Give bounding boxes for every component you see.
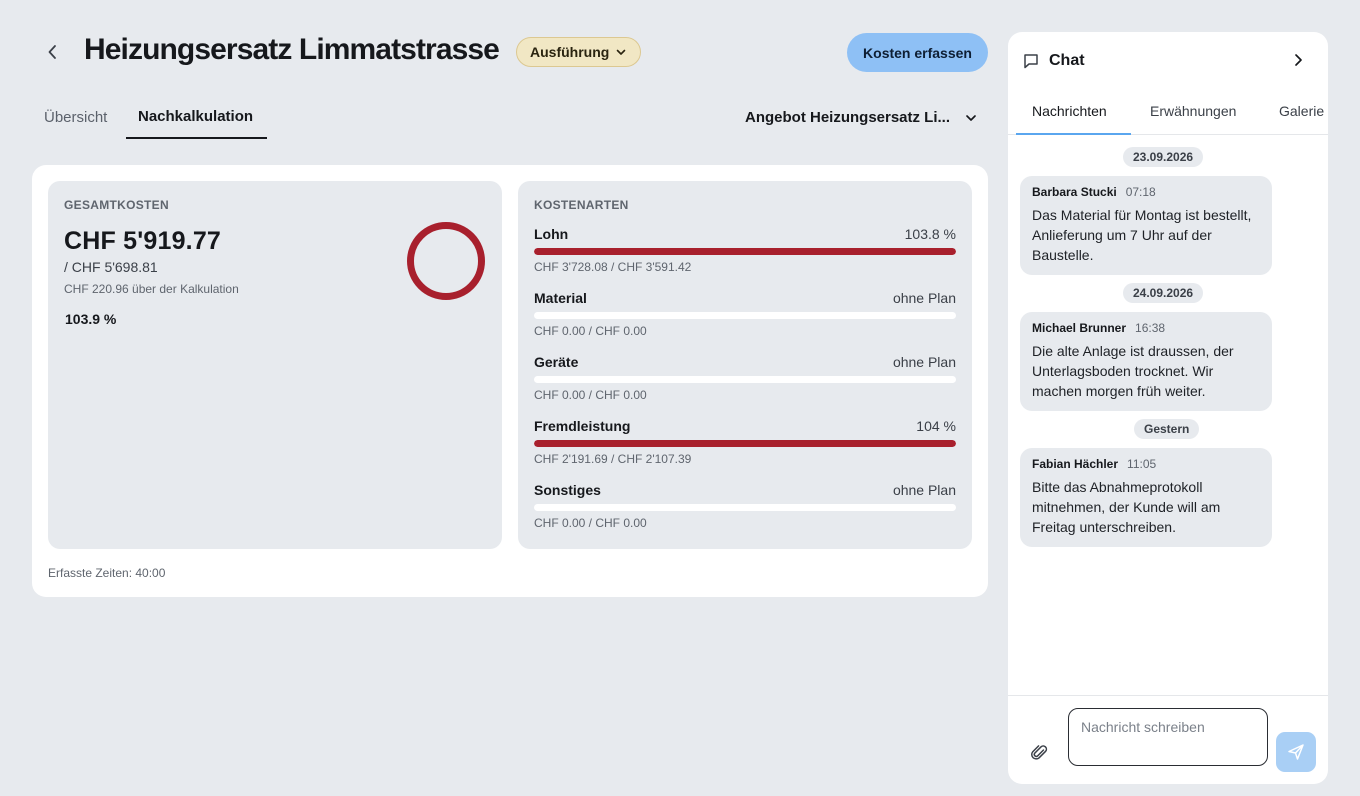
chat-bubble-icon	[1024, 54, 1038, 69]
paperclip-icon	[1031, 745, 1048, 760]
cost-types-panel: KOSTENARTEN Lohn 103.8 % CHF 3'728.08 / …	[518, 181, 972, 549]
cost-type-progress-bar	[534, 440, 956, 447]
chat-message: Michael Brunner 16:38 Die alte Anlage is…	[1020, 312, 1272, 411]
total-amount: CHF 5'919.77	[64, 227, 222, 255]
status-badge[interactable]: Ausführung	[516, 37, 642, 67]
message-text: Die alte Anlage ist draussen, der Unterl…	[1032, 343, 1234, 399]
cost-type-name: Sonstiges	[534, 482, 601, 498]
cost-type-progress-fill	[534, 440, 956, 447]
message-time: 16:38	[1135, 321, 1166, 335]
cost-type-percent: ohne Plan	[892, 290, 956, 306]
offer-select-value: Angebot Heizungsersatz Li...	[745, 109, 951, 126]
message-text: Bitte das Abnahmeprotokoll mitnehmen, de…	[1032, 479, 1221, 535]
cost-type-amounts: CHF 0.00 / CHF 0.00	[534, 324, 647, 338]
date-separator: Gestern	[1134, 419, 1200, 439]
offer-select[interactable]: Angebot Heizungsersatz Li...	[745, 109, 978, 126]
message-author: Fabian Hächler	[1032, 457, 1119, 471]
chat-tabs: Nachrichten Erwähnungen Galerie	[1008, 90, 1328, 135]
cost-type-row-subcontract: Fremdleistung 104 % CHF 2'191.69 / CHF 2…	[534, 418, 956, 478]
total-costs-panel: GESAMTKOSTEN CHF 5'919.77 / CHF 5'698.81…	[48, 181, 502, 549]
tab-messages[interactable]: Nachrichten	[1032, 103, 1107, 119]
total-percent: 103.9 %	[65, 311, 117, 327]
cost-type-progress-bar	[534, 504, 956, 511]
budget-ring-chart	[407, 222, 485, 300]
message-author: Barbara Stucki	[1032, 185, 1117, 199]
cost-type-amounts: CHF 0.00 / CHF 0.00	[534, 388, 647, 402]
captured-times: Erfasste Zeiten: 40:00	[48, 566, 166, 580]
page-title: Heizungsersatz Limmatstrasse	[84, 33, 500, 66]
cost-type-percent: 103.8 %	[904, 226, 956, 242]
chevron-left-icon	[48, 45, 56, 59]
chevron-down-icon	[966, 114, 976, 121]
chevron-right-icon	[1295, 54, 1302, 66]
cost-type-row-other: Sonstiges ohne Plan CHF 0.00 / CHF 0.00	[534, 482, 956, 542]
cost-type-progress-bar	[534, 376, 956, 383]
message-input[interactable]	[1068, 708, 1268, 766]
attach-button[interactable]	[1030, 743, 1050, 763]
message-time: 07:18	[1125, 185, 1156, 199]
cost-type-amounts: CHF 3'728.08 / CHF 3'591.42	[534, 260, 692, 274]
chat-message: Barbara Stucki 07:18 Das Material für Mo…	[1020, 176, 1272, 275]
chat-panel: Chat Nachrichten Erwähnungen Galerie 23.…	[1008, 32, 1328, 784]
cost-type-percent: 104 %	[916, 418, 956, 434]
total-over-budget-text: CHF 220.96 über der Kalkulation	[64, 282, 239, 296]
tab-mentions[interactable]: Erwähnungen	[1150, 103, 1236, 119]
message-composer	[1008, 695, 1328, 784]
cost-type-amounts: CHF 0.00 / CHF 0.00	[534, 516, 647, 530]
date-separator: 23.09.2026	[1123, 147, 1204, 167]
chat-title: Chat	[1049, 52, 1085, 69]
back-button[interactable]	[40, 38, 66, 66]
active-tab-indicator	[1016, 133, 1131, 135]
date-separator: 24.09.2026	[1123, 283, 1204, 303]
message-text: Das Material für Montag ist bestellt, An…	[1032, 207, 1252, 263]
cost-type-amounts: CHF 2'191.69 / CHF 2'107.39	[534, 452, 692, 466]
tab-post-calculation[interactable]: Nachkalkulation	[138, 108, 253, 125]
active-tab-indicator	[126, 137, 267, 139]
send-icon	[1288, 744, 1304, 760]
chat-message: Fabian Hächler 11:05 Bitte das Abnahmepr…	[1020, 448, 1272, 547]
total-plan-amount: / CHF 5'698.81	[64, 259, 158, 275]
tab-overview[interactable]: Übersicht	[44, 109, 107, 126]
send-button[interactable]	[1276, 732, 1316, 772]
cost-type-name: Fremdleistung	[534, 418, 631, 434]
cost-type-name: Geräte	[534, 354, 579, 370]
record-costs-button[interactable]: Kosten erfassen	[847, 33, 988, 72]
status-label: Ausführung	[530, 44, 610, 60]
cost-type-percent: ohne Plan	[892, 354, 956, 370]
budget-ring-arc	[407, 222, 485, 300]
message-author: Michael Brunner	[1032, 321, 1127, 335]
cost-type-progress-bar	[534, 312, 956, 319]
post-calculation-card: GESAMTKOSTEN CHF 5'919.77 / CHF 5'698.81…	[32, 165, 988, 597]
cost-type-row-material: Material ohne Plan CHF 0.00 / CHF 0.00	[534, 290, 956, 350]
chat-header: Chat	[1022, 52, 1085, 70]
cost-type-row-labor: Lohn 103.8 % CHF 3'728.08 / CHF 3'591.42	[534, 226, 956, 286]
cost-type-name: Material	[534, 290, 587, 306]
total-costs-label: GESAMTKOSTEN	[64, 198, 169, 212]
cost-types-label: KOSTENARTEN	[534, 198, 629, 212]
collapse-chat-button[interactable]	[1288, 50, 1308, 70]
message-time: 11:05	[1127, 457, 1157, 471]
cost-type-row-equipment: Geräte ohne Plan CHF 0.00 / CHF 0.00	[534, 354, 956, 414]
cost-type-name: Lohn	[534, 226, 569, 242]
cost-type-progress-fill	[534, 248, 956, 255]
tab-gallery[interactable]: Galerie	[1279, 103, 1324, 119]
cost-type-progress-bar	[534, 248, 956, 255]
chevron-down-icon	[617, 49, 626, 55]
cost-type-percent: ohne Plan	[892, 482, 956, 498]
